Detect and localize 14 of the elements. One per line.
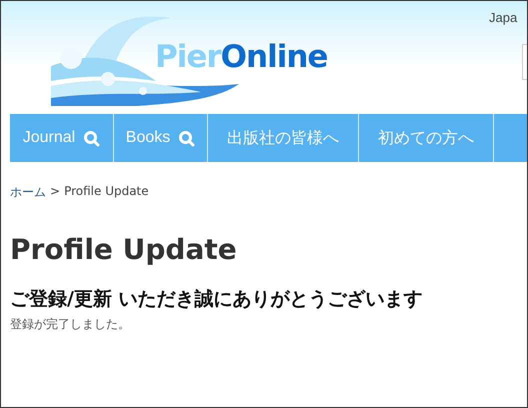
nav-item[interactable]: 初めての方へ — [359, 114, 494, 162]
breadcrumb-current: Profile Update — [64, 184, 149, 200]
nav-item[interactable]: Journal — [10, 114, 114, 162]
page-title: Profile Update — [10, 233, 238, 266]
thank-you-heading: ご登録/更新 いただき誠にありがとうございます — [10, 287, 424, 312]
nav-item[interactable]: 出版社の皆様へ — [208, 114, 359, 162]
logo-text[interactable]: PierOnline — [155, 39, 328, 75]
search-icon — [83, 130, 100, 146]
completion-message: 登録が完了しました。 — [10, 316, 131, 333]
nav-item[interactable]: Books — [114, 114, 208, 162]
search-icon — [178, 130, 196, 146]
breadcrumb-home-link[interactable]: ホーム — [10, 184, 46, 201]
breadcrumb-separator: > — [50, 184, 60, 200]
language-link[interactable]: Japa — [489, 10, 518, 25]
